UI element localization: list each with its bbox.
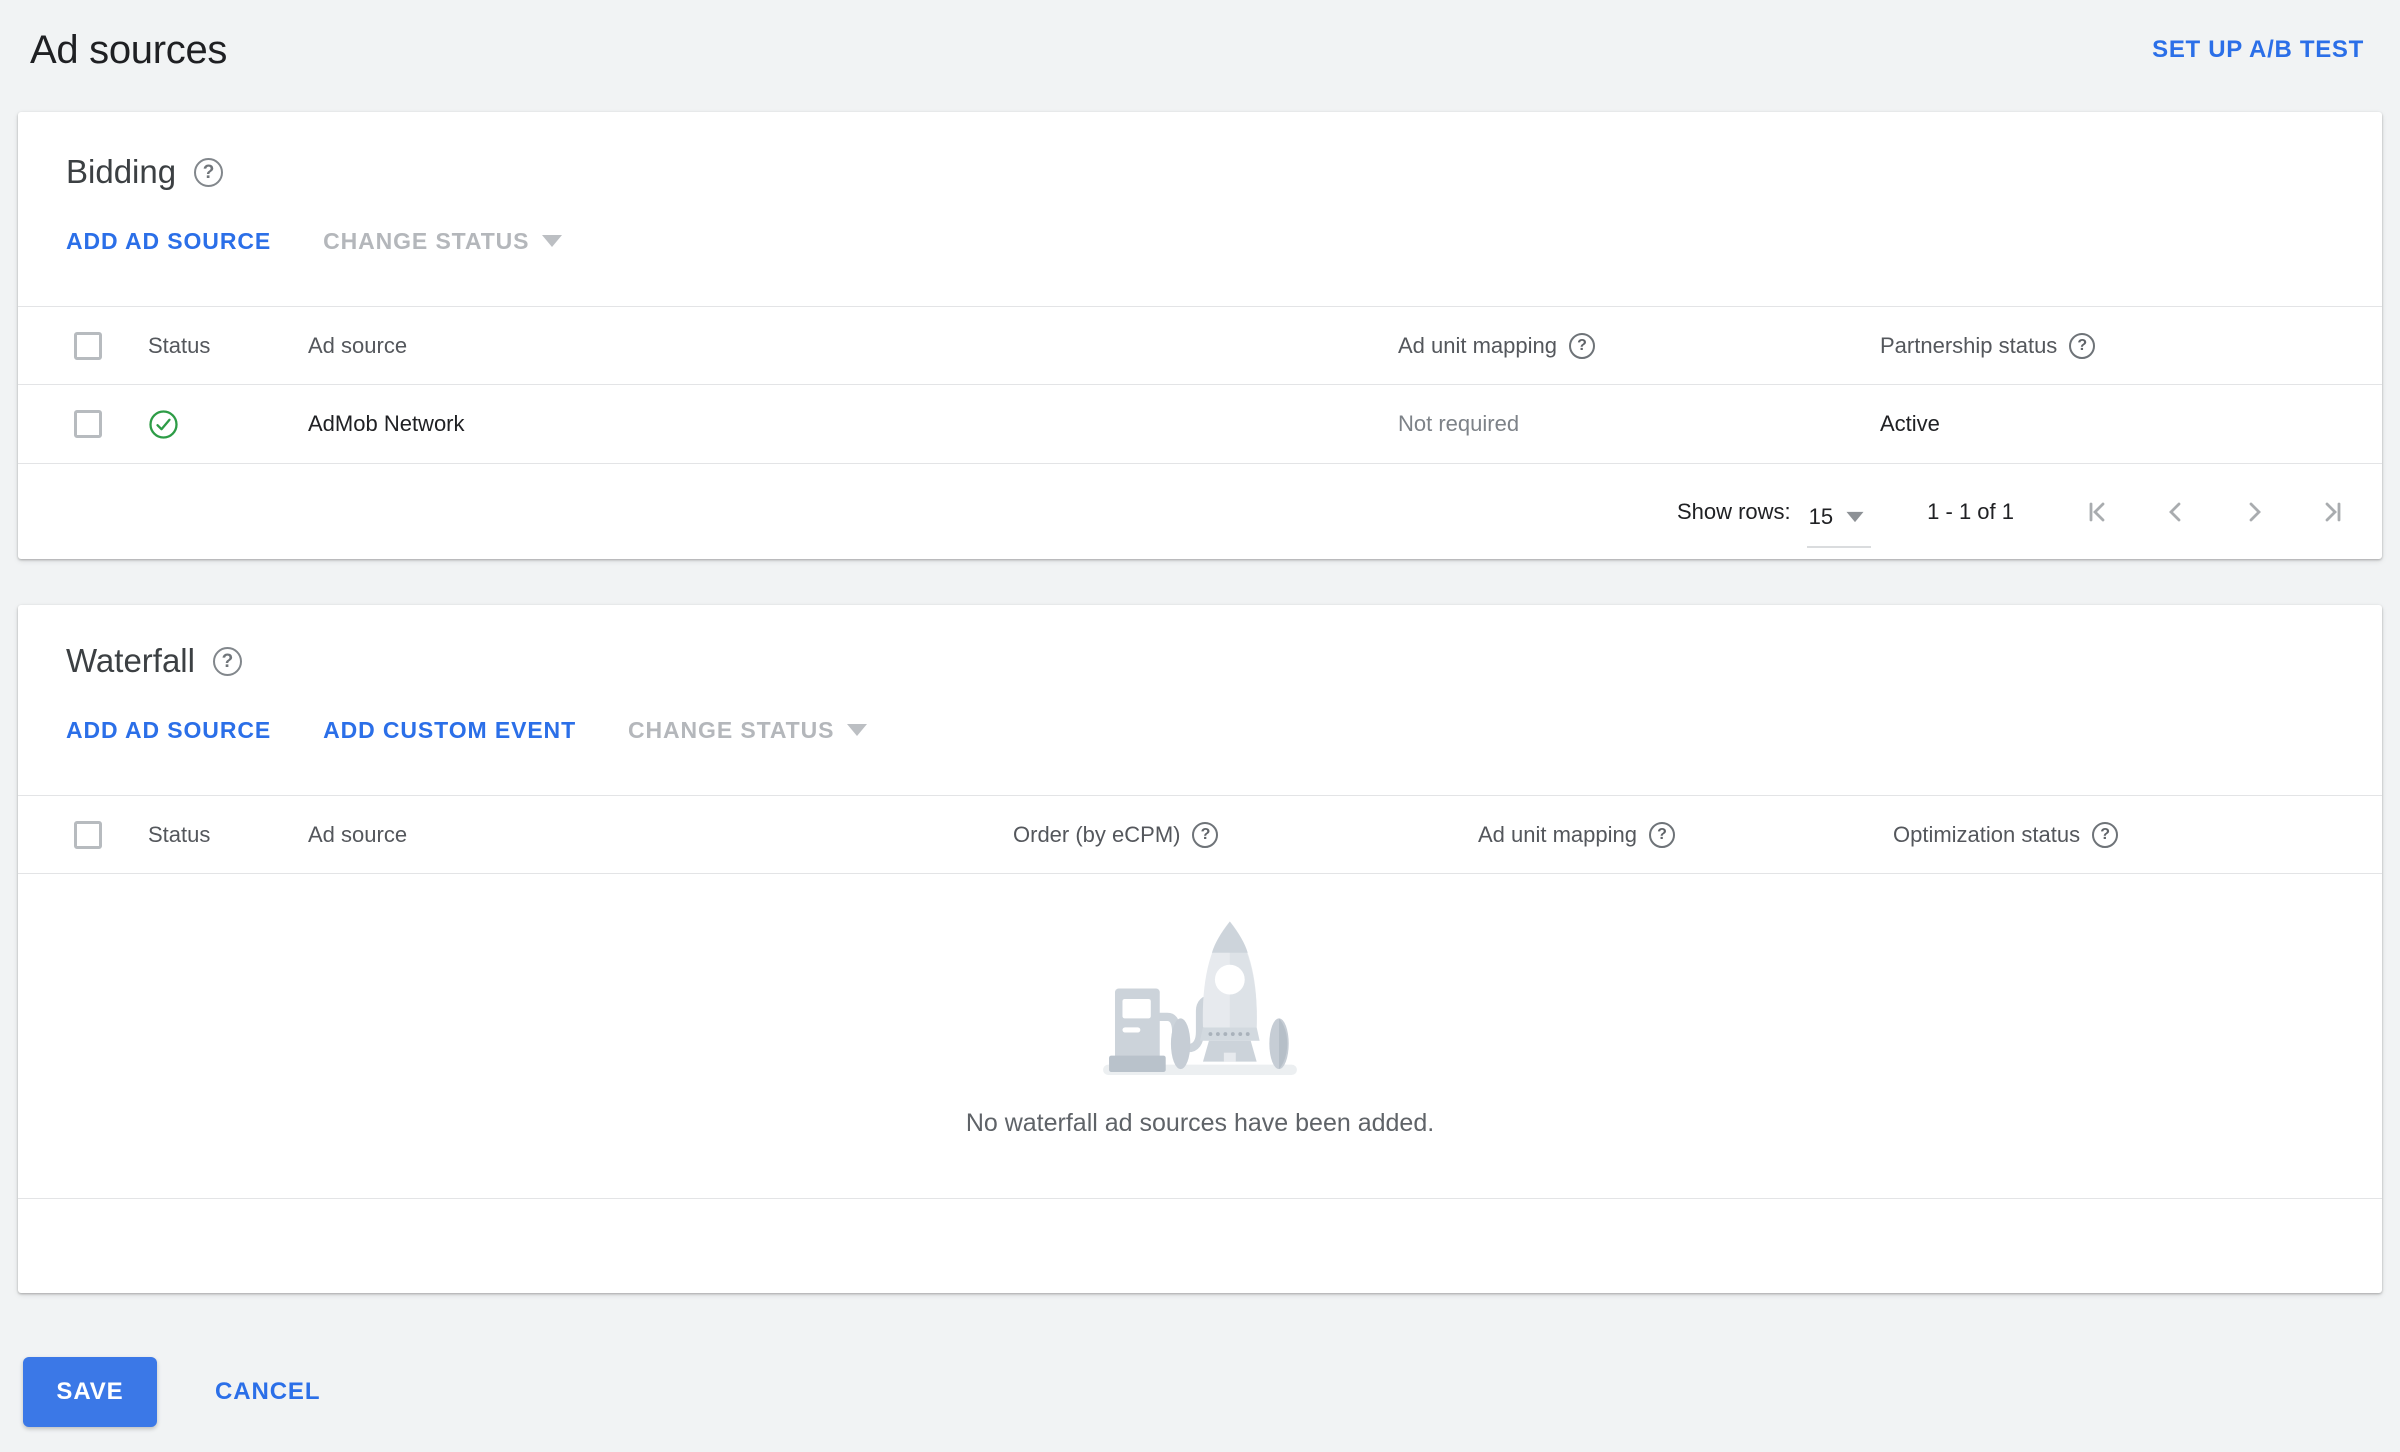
previous-page-button[interactable] [2160,496,2192,528]
add-ad-source-button[interactable]: ADD AD SOURCE [66,717,271,744]
change-status-button[interactable]: CHANGE STATUS [628,716,868,744]
help-icon[interactable]: ? [1569,332,1595,359]
column-order-ecpm: Order (by eCPM) [1013,821,1181,847]
next-page-button[interactable] [2238,496,2270,528]
chevron-right-icon [2249,502,2261,521]
ad-unit-mapping-value: Not required [1398,411,1520,436]
rows-per-page-value: 15 [1808,503,1834,529]
select-all-checkbox[interactable] [74,820,102,849]
first-page-button[interactable] [2082,496,2114,528]
empty-state-message: No waterfall ad sources have been added. [965,1109,1435,1137]
top-bar: Ad sources SET UP A/B TEST [0,0,2400,100]
last-page-button[interactable] [2316,496,2348,528]
column-ad-unit-mapping: Ad unit mapping [1478,821,1637,847]
first-page-icon [2089,502,2105,521]
row-checkbox[interactable] [74,410,102,438]
help-icon[interactable]: ? [1192,821,1219,848]
column-ad-source: Ad source [308,821,408,847]
add-ad-source-button[interactable]: ADD AD SOURCE [66,228,271,255]
waterfall-card-header: Waterfall ? ADD AD SOURCE ADD CUSTOM EVE… [18,605,2382,795]
bidding-card: Bidding ? ADD AD SOURCE CHANGE STATUS St… [18,112,2382,559]
help-icon[interactable]: ? [1649,821,1675,848]
chevron-left-icon [2169,502,2181,521]
waterfall-title: Waterfall [66,642,195,679]
page-title: Ad sources [30,27,228,72]
chevron-down-icon [542,235,563,247]
rocket-refuel-illustration [1103,921,1297,1076]
column-ad-unit-mapping: Ad unit mapping [1398,332,1557,358]
column-optimization-status: Optimization status [1893,821,2081,847]
waterfall-table-header: Status Ad source Order (by eCPM) ? Ad un… [18,795,2382,874]
add-custom-event-button[interactable]: ADD CUSTOM EVENT [323,717,576,744]
column-partnership-status: Partnership status [1880,332,2058,358]
last-page-icon [2325,502,2341,521]
table-row: AdMob Network Not required Active [18,385,2382,464]
select-all-checkbox[interactable] [74,331,102,360]
change-status-label: CHANGE STATUS [323,227,530,254]
bidding-card-header: Bidding ? ADD AD SOURCE CHANGE STATUS [18,112,2382,306]
partnership-status-value: Active [1880,411,1940,436]
waterfall-table-footer [18,1198,2382,1293]
setup-ab-test-button[interactable]: SET UP A/B TEST [2152,36,2364,64]
help-icon[interactable]: ? [194,157,224,187]
waterfall-card: Waterfall ? ADD AD SOURCE ADD CUSTOM EVE… [18,605,2382,1293]
rows-per-page-dropdown[interactable]: 15 [1806,498,1872,548]
help-icon[interactable]: ? [212,646,242,676]
column-status: Status [148,821,211,847]
active-status-icon [149,409,178,439]
column-status: Status [148,332,211,358]
bottom-action-bar: SAVE CANCEL [23,1357,2400,1427]
show-rows-label: Show rows: [1676,498,1791,524]
bidding-title: Bidding [66,153,177,190]
chevron-down-icon [1846,511,1864,522]
column-ad-source: Ad source [308,332,408,358]
change-status-label: CHANGE STATUS [628,716,835,743]
help-icon[interactable]: ? [2069,332,2096,359]
change-status-button[interactable]: CHANGE STATUS [323,227,563,255]
ad-source-name: AdMob Network [308,411,465,436]
save-button[interactable]: SAVE [23,1357,157,1427]
chevron-down-icon [847,724,868,736]
cancel-button[interactable]: CANCEL [215,1378,320,1406]
bidding-table-header: Status Ad source Ad unit mapping ? Partn… [18,306,2382,385]
waterfall-empty-state: No waterfall ad sources have been added. [18,874,2382,1198]
pagination-range: 1 - 1 of 1 [1927,498,2014,524]
bidding-table-footer: Show rows: 15 1 - 1 of 1 [18,464,2382,559]
help-icon[interactable]: ? [2092,821,2119,848]
